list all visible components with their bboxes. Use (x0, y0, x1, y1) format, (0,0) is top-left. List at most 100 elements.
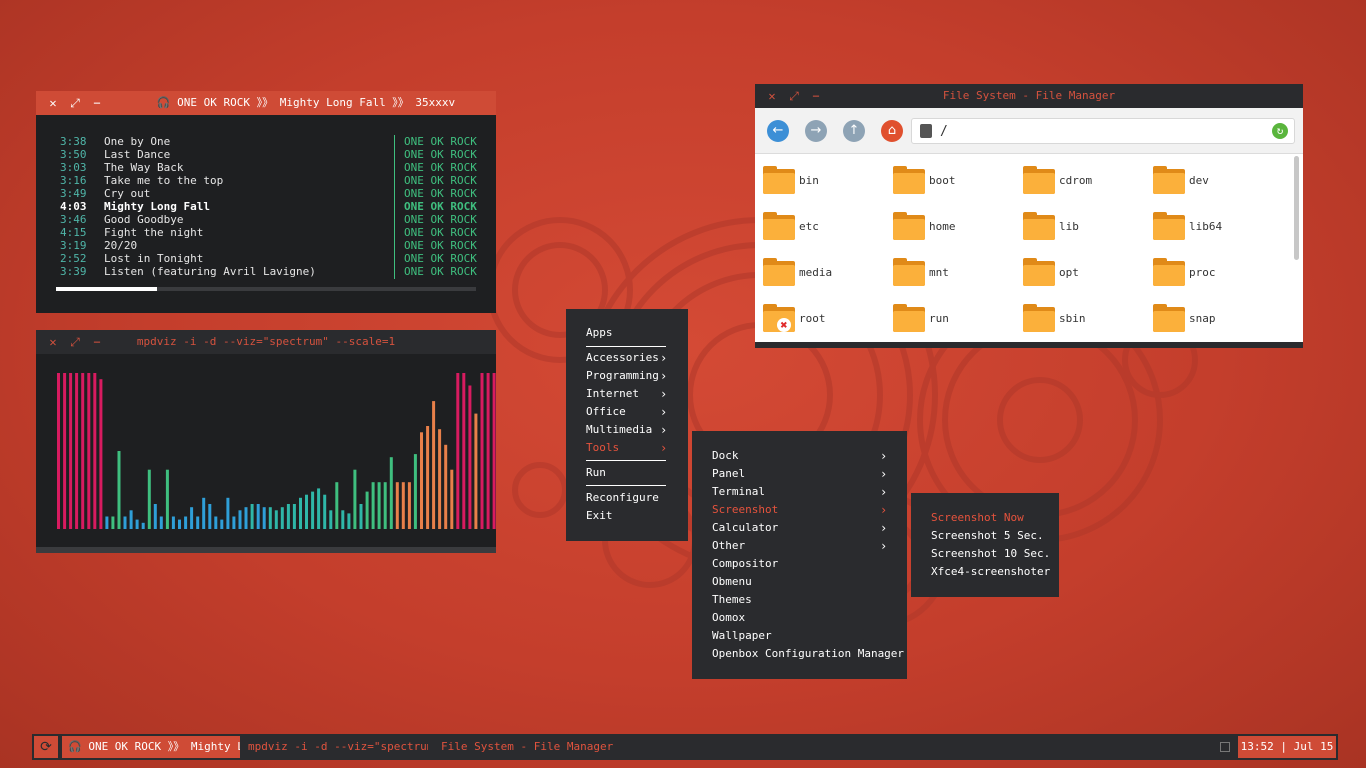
fm-titlebar[interactable]: ✕ ⤢ − File System - File Manager (755, 84, 1303, 108)
maximize-icon[interactable]: ⤢ (64, 91, 86, 115)
folder-media[interactable]: media (755, 254, 885, 288)
spectrum-bar (389, 457, 393, 529)
folder-bin[interactable]: bin (755, 162, 885, 196)
menu-item-office[interactable]: Office (586, 403, 626, 421)
folder-mnt[interactable]: mnt (885, 254, 1015, 288)
playlist-row[interactable]: 3:50 Last Dance ONE OK ROCK (36, 148, 496, 161)
menu-item-compositor[interactable]: Compositor (712, 555, 778, 573)
forward-button[interactable]: → (805, 120, 827, 142)
menu-item-programming[interactable]: Programming (586, 367, 659, 385)
playlist-row[interactable]: 3:38 One by One ONE OK ROCK (36, 135, 496, 148)
playlist-row[interactable]: 4:15 Fight the night ONE OK ROCK (36, 226, 496, 239)
menu-item-panel[interactable]: Panel (712, 465, 745, 483)
menu-item-themes[interactable]: Themes (712, 591, 752, 609)
menu-item-xfce4-screenshoter[interactable]: Xfce4-screenshoter (931, 563, 1050, 581)
folder-icon-front (1153, 265, 1185, 286)
folder-dev[interactable]: dev (1145, 162, 1275, 196)
task-file-manager[interactable]: File System - File Manager (435, 736, 615, 758)
folder-opt[interactable]: opt (1015, 254, 1145, 288)
menu-item-dock[interactable]: Dock (712, 447, 739, 465)
playlist-row[interactable]: 3:16 Take me to the top ONE OK ROCK (36, 174, 496, 187)
clock[interactable]: 13:52 | Jul 15 (1238, 736, 1336, 758)
playlist-row[interactable]: 3:03 The Way Back ONE OK ROCK (36, 161, 496, 174)
track-duration: 2:52 (60, 252, 87, 265)
playlist-row[interactable]: 3:39 Listen (featuring Avril Lavigne) ONE … (36, 265, 496, 278)
menu-item-other[interactable]: Other (712, 537, 745, 555)
spectrum-bar (383, 482, 387, 529)
folder-grid: bin boot cdrom dev etc home lib lib64 media mnt op… (755, 154, 1291, 344)
menu-item-screenshot[interactable]: Screenshot (712, 501, 778, 519)
folder-label: cdrom (1059, 174, 1093, 187)
folder-icon (1023, 258, 1055, 286)
tray-icon[interactable] (1220, 742, 1230, 752)
menu-item-reconfigure[interactable]: Reconfigure (586, 489, 659, 507)
spectrum-bar (87, 373, 91, 529)
playlist-row[interactable]: 2:52 Lost in Tonight ONE OK ROCK (36, 252, 496, 265)
menu-item-screenshot-now[interactable]: Screenshot Now (931, 509, 1024, 527)
maximize-icon[interactable]: ⤢ (64, 330, 86, 354)
home-button[interactable]: ⌂ (881, 120, 903, 142)
menu-item-openbox-configuration-manager[interactable]: Openbox Configuration Manager (712, 645, 904, 663)
menu-item-tools[interactable]: Tools (586, 439, 619, 457)
menu-item-screenshot-5-sec-[interactable]: Screenshot 5 Sec. (931, 527, 1044, 545)
track-duration: 3:39 (60, 265, 87, 278)
spectrum-bar (226, 497, 230, 529)
menu-item-calculator[interactable]: Calculator (712, 519, 778, 537)
menu-item-terminal[interactable]: Terminal (712, 483, 765, 501)
menu-item-accessories[interactable]: Accessories (586, 349, 659, 367)
menu-item-screenshot-10-sec-[interactable]: Screenshot 10 Sec. (931, 545, 1050, 563)
spectrum-bar (274, 510, 278, 529)
folder-icon (893, 212, 925, 240)
music-titlebar[interactable]: ✕ ⤢ − 🎧 ONE OK ROCK 》》 Mighty Long Fall … (36, 91, 496, 115)
progress-bar[interactable] (56, 287, 476, 291)
playlist-row[interactable]: 3:19 20/20 ONE OK ROCK (36, 239, 496, 252)
folder-lib64[interactable]: lib64 (1145, 208, 1275, 242)
track-artist: ONE OK ROCK (404, 226, 477, 239)
spectrum-bar (377, 482, 381, 529)
folder-proc[interactable]: proc (1145, 254, 1275, 288)
up-button[interactable]: ↑ (843, 120, 865, 142)
close-icon[interactable]: ✕ (42, 330, 64, 354)
menu-item-internet[interactable]: Internet (586, 385, 639, 403)
maximize-icon[interactable]: ⤢ (783, 84, 805, 108)
task-visualizer[interactable]: mpdviz -i -d --viz="spectrum… (242, 736, 428, 758)
location-bar[interactable]: / ↻ (911, 118, 1295, 144)
folder-root[interactable]: ✖ root (755, 300, 885, 334)
minimize-icon[interactable]: − (86, 91, 108, 115)
menu-item-exit[interactable]: Exit (586, 507, 613, 525)
track-duration: 3:03 (60, 161, 87, 174)
menu-item-multimedia[interactable]: Multimedia (586, 421, 652, 439)
visualizer-window: ✕ ⤢ − mpdviz -i -d --viz="spectrum" --sc… (36, 330, 496, 553)
folder-icon-front (763, 173, 795, 194)
start-menu-icon[interactable]: ⟳ (34, 736, 58, 758)
home-icon: ⌂ (887, 123, 897, 138)
refresh-icon[interactable]: ↻ (1272, 123, 1288, 139)
menu-item-wallpaper[interactable]: Wallpaper (712, 627, 772, 645)
folder-lib[interactable]: lib (1015, 208, 1145, 242)
menu-item-run[interactable]: Run (586, 464, 606, 482)
track-duration: 3:38 (60, 135, 87, 148)
menu-item-obmenu[interactable]: Obmenu (712, 573, 752, 591)
folder-etc[interactable]: etc (755, 208, 885, 242)
playlist-row[interactable]: 4:03 Mighty Long Fall ONE OK ROCK (36, 200, 496, 213)
viz-titlebar[interactable]: ✕ ⤢ − mpdviz -i -d --viz="spectrum" --sc… (36, 330, 496, 354)
menu-item-oomox[interactable]: Oomox (712, 609, 745, 627)
close-icon[interactable]: ✕ (42, 91, 64, 115)
task-music-player[interactable]: 🎧 ONE OK ROCK 》》 Mighty Lon… (62, 736, 240, 758)
close-icon[interactable]: ✕ (761, 84, 783, 108)
scrollbar[interactable] (1294, 156, 1299, 260)
folder-cdrom[interactable]: cdrom (1015, 162, 1145, 196)
back-button[interactable]: ← (767, 120, 789, 142)
playlist-row[interactable]: 3:46 Good Goodbye ONE OK ROCK (36, 213, 496, 226)
folder-boot[interactable]: boot (885, 162, 1015, 196)
folder-snap[interactable]: snap (1145, 300, 1275, 334)
folder-sbin[interactable]: sbin (1015, 300, 1145, 334)
minimize-icon[interactable]: − (805, 84, 827, 108)
arrow-left-icon: ← (772, 123, 784, 138)
minimize-icon[interactable]: − (86, 330, 108, 354)
folder-icon-front (1153, 311, 1185, 332)
folder-home[interactable]: home (885, 208, 1015, 242)
folder-run[interactable]: run (885, 300, 1015, 334)
spectrum-bar (220, 519, 224, 529)
playlist-row[interactable]: 3:49 Cry out ONE OK ROCK (36, 187, 496, 200)
